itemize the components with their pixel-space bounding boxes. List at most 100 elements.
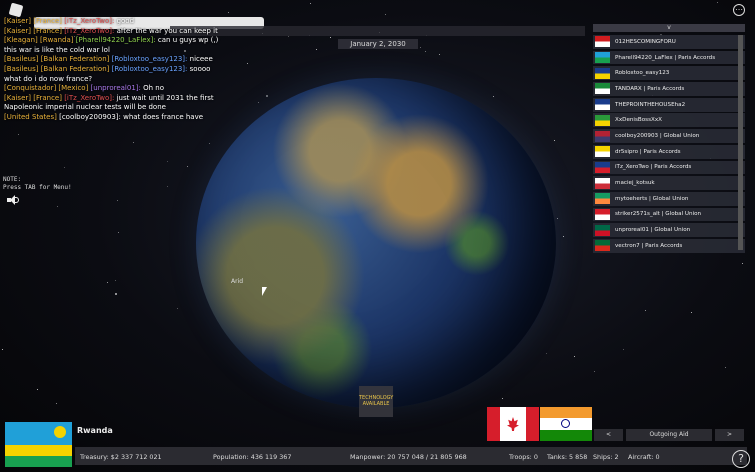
chat-message: [Kaiser] [France] [iTz_XeroTwo]: good <box>4 17 234 27</box>
india-flag-button[interactable] <box>540 407 592 441</box>
player-name: iTz_XeroTwo | Paris Accords <box>615 164 692 171</box>
player-name: striker2571s_alt | Global Union <box>615 211 702 218</box>
chat-log: [Kaiser] [France] [iTz_XeroTwo]: good [Ka… <box>4 17 234 123</box>
chat-message-part: Oh no <box>143 84 164 93</box>
star <box>691 312 692 313</box>
player-list: v 012HESCOMINGFORU Pharell94220_LaFlex | … <box>593 24 745 255</box>
player-row[interactable]: 012HESCOMINGFORU <box>593 35 745 49</box>
player-flag-icon <box>595 208 610 220</box>
player-name: THEPROINTHEHOUSEha2 <box>615 101 686 108</box>
player-row[interactable]: dr5sipro | Paris Accords <box>593 144 745 159</box>
player-row[interactable]: TANDARX | Paris Accords <box>593 82 745 96</box>
speaker-icon[interactable] <box>7 195 19 205</box>
star <box>725 367 726 368</box>
star <box>623 349 624 350</box>
canada-flag-button[interactable] <box>487 407 539 441</box>
star <box>64 167 65 168</box>
player-name: mytoeherts | Global Union <box>615 195 689 202</box>
chat-message-part: [Kleagan] [Rwanda] <box>4 36 76 45</box>
mouse-cursor <box>262 287 267 296</box>
player-row[interactable]: striker2571s_alt | Global Union <box>593 207 745 222</box>
player-flag-icon <box>595 146 610 158</box>
tanks-stat: Tanks: 5 858 <box>547 453 588 461</box>
player-row[interactable]: iTz_XeroTwo | Paris Accords <box>593 160 745 175</box>
player-flag-icon <box>595 83 610 95</box>
star <box>228 12 229 13</box>
chat-message: [Basileus] [Balkan Federation] [Robloxto… <box>4 55 234 65</box>
population-stat: Population: 436 119 367 <box>213 453 292 461</box>
player-row[interactable]: Robloxtoo_easy123 <box>593 66 745 81</box>
chat-message-part: [Robloxtoo_easy123]: <box>111 64 190 73</box>
chat-message-part: [Conquistador] [Mexico] <box>4 84 91 93</box>
star <box>209 143 210 144</box>
chat-message-part: [Kaiser] [France] <box>4 17 65 25</box>
troops-stat: Troops: 0 <box>509 453 538 461</box>
chat-message: this war is like the cold war lol <box>4 46 234 56</box>
chat-message-part: Napoleonic imperial nuclear tests will b… <box>4 103 166 112</box>
star <box>546 353 547 354</box>
treasury-stat: Treasury: $2 337 712 021 <box>80 453 162 461</box>
player-name: XxDenisBossXxX <box>615 117 662 124</box>
chat-message-part: soooo <box>189 64 211 73</box>
chat-message-part: [unproreal01]: <box>90 84 144 93</box>
chat-message-part: niceee <box>189 55 213 64</box>
player-row[interactable]: maciej_kotsuk <box>593 176 745 190</box>
chat-message-part: [iTz_XeroTwo]: <box>64 17 117 25</box>
star <box>266 95 268 97</box>
chat-message: [Conquistador] [Mexico] [unproreal01]: O… <box>4 84 234 94</box>
star <box>118 232 119 233</box>
star <box>425 51 426 52</box>
star <box>115 280 116 281</box>
star <box>439 54 440 55</box>
star <box>177 308 178 309</box>
star <box>493 96 494 97</box>
chat-message: [Kaiser] [France] [iTz_XeroTwo]: after t… <box>4 27 234 37</box>
star <box>2 349 3 350</box>
star <box>56 403 57 404</box>
player-name: 012HESCOMINGFORU <box>615 38 676 45</box>
player-flag-icon <box>595 114 610 126</box>
world-globe[interactable] <box>196 78 556 408</box>
player-list-scrollbar[interactable] <box>738 35 743 250</box>
aid-next-button[interactable]: > <box>715 429 744 441</box>
chat-message: what do i do now france? <box>4 75 234 85</box>
player-flag-icon <box>595 36 610 48</box>
help-icon[interactable]: ? <box>732 450 750 468</box>
chat-message-part: [Kaiser] [France] <box>4 26 65 35</box>
aid-type-label: Outgoing Aid <box>626 429 712 441</box>
roblox-menu-icon[interactable] <box>8 2 24 18</box>
player-name: vectron7 | Paris Accords <box>615 242 683 249</box>
player-row[interactable]: mytoeherts | Global Union <box>593 191 745 206</box>
ships-stat: Ships: 2 <box>593 453 619 461</box>
star <box>316 49 317 50</box>
star <box>107 282 108 283</box>
player-name: coolboy200903 | Global Union <box>615 133 700 140</box>
player-flag-icon <box>595 67 610 79</box>
star <box>37 389 38 390</box>
player-row[interactable]: vectron7 | Paris Accords <box>593 238 745 253</box>
star <box>18 134 19 135</box>
technology-button[interactable]: TECHNOLOGY AVAILABLE <box>359 386 393 417</box>
star <box>557 218 558 219</box>
player-name: dr5sipro | Paris Accords <box>615 148 681 155</box>
chat-message-part: [iTz_XeroTwo]: <box>64 93 117 102</box>
more-options-icon[interactable]: ⋯ <box>733 4 745 16</box>
star <box>502 398 503 399</box>
aid-prev-button[interactable]: < <box>594 429 623 441</box>
chat-message-part: can u guys wp (,) <box>157 36 219 45</box>
star <box>167 186 168 187</box>
player-row[interactable]: Pharell94220_LaFlex | Paris Accords <box>593 50 745 65</box>
star <box>385 14 386 15</box>
note-text: Press TAB for Menu! <box>3 184 72 191</box>
star <box>57 206 58 207</box>
star <box>594 371 595 372</box>
player-row[interactable]: coolboy200903 | Global Union <box>593 129 745 143</box>
player-list-toggle[interactable]: v <box>593 24 745 32</box>
chat-message-part: [Kaiser] [France] <box>4 93 65 102</box>
player-row[interactable]: XxDenisBossXxX <box>593 113 745 128</box>
stats-bar: Treasury: $2 337 712 021 Population: 436… <box>75 447 747 465</box>
chat-message: [Kleagan] [Rwanda] [Pharell94220_LaFlex]… <box>4 36 234 46</box>
country-flag <box>5 422 72 467</box>
player-row[interactable]: unproreal01 | Global Union <box>593 223 745 238</box>
player-row[interactable]: THEPROINTHEHOUSEha2 <box>593 97 745 112</box>
